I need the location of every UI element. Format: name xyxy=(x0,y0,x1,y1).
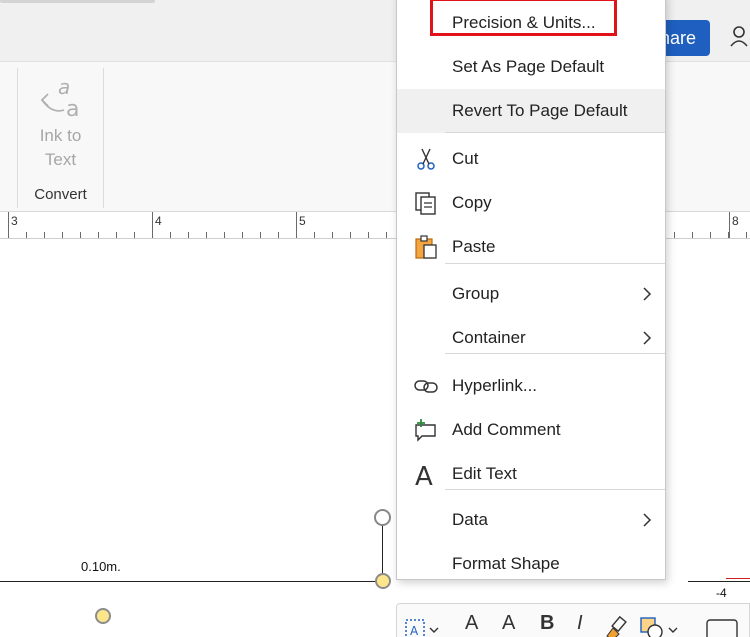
ruler-major-tick xyxy=(152,212,153,238)
menu-item-label: Revert To Page Default xyxy=(452,101,628,120)
context-menu: Precision & Units... Set As Page Default R… xyxy=(396,0,666,580)
person-share-icon[interactable] xyxy=(728,22,750,52)
chevron-right-icon xyxy=(643,513,652,527)
ruler-tick xyxy=(278,232,279,238)
format-painter-icon[interactable] xyxy=(603,614,631,637)
comment-icon xyxy=(413,417,439,443)
menu-separator xyxy=(445,489,665,490)
menu-item-label: Group xyxy=(452,284,500,303)
mini-toolbar: A A A B I xyxy=(396,603,750,637)
visio-window: hare a a Ink to Text Convert 3458 0.10m.… xyxy=(0,0,750,637)
italic-button[interactable]: I xyxy=(577,612,583,635)
bold-button[interactable]: B xyxy=(540,612,554,635)
control-handle[interactable] xyxy=(375,573,391,589)
ruler-major-tick xyxy=(296,212,297,238)
ruler-major-tick xyxy=(729,212,730,238)
ink-to-text-label[interactable]: Ink to Text xyxy=(18,124,103,172)
ruler-tick xyxy=(26,232,27,238)
menu-item-label: Cut xyxy=(452,149,479,168)
paste-icon xyxy=(413,234,439,260)
rotation-handle[interactable] xyxy=(374,509,391,526)
scissors-icon xyxy=(413,146,439,172)
copy-icon xyxy=(413,190,439,216)
menu-separator xyxy=(445,353,665,354)
menu-item-label: Add Comment xyxy=(452,420,561,439)
ruler-number: 3 xyxy=(11,214,18,228)
menu-item-label: Format Shape xyxy=(452,554,560,573)
ruler-number: 4 xyxy=(155,214,162,228)
ruler-major-tick xyxy=(8,212,9,238)
ruler-tick xyxy=(692,232,693,238)
chevron-right-icon xyxy=(643,331,652,345)
menu-item-label: Data xyxy=(452,510,488,529)
menu-item-format-shape[interactable]: Format Shape xyxy=(397,542,665,586)
convert-group: a a Ink to Text Convert xyxy=(17,68,104,208)
ruler-tick xyxy=(134,232,135,238)
ruler-tick xyxy=(80,232,81,238)
ruler-tick xyxy=(332,232,333,238)
menu-item-data[interactable]: Data xyxy=(397,498,665,542)
dimension-extension-line[interactable] xyxy=(382,517,383,581)
menu-item-copy[interactable]: Copy xyxy=(397,181,665,225)
chevron-right-icon xyxy=(643,287,652,301)
svg-text:a: a xyxy=(66,97,79,122)
shrink-font-button[interactable]: A xyxy=(502,612,515,635)
menu-separator xyxy=(445,263,665,264)
ruler-number: 5 xyxy=(299,214,306,228)
grow-font-button[interactable]: A xyxy=(465,612,478,635)
menu-item-label: Set As Page Default xyxy=(452,57,605,76)
ink-to-text-icon[interactable]: a a xyxy=(38,74,86,122)
dimension-label: 0.10m. xyxy=(81,559,121,574)
menu-item-set-as-page-default[interactable]: Set As Page Default xyxy=(397,45,665,89)
ruler-number: 8 xyxy=(732,214,739,228)
ruler-tick xyxy=(350,232,351,238)
fill-color-icon[interactable] xyxy=(637,614,681,637)
ruler-tick xyxy=(314,232,315,238)
adjacent-red-mark xyxy=(726,578,750,581)
ruler-tick xyxy=(44,232,45,238)
ruler-tick xyxy=(116,232,117,238)
menu-item-hyperlink[interactable]: Hyperlink... xyxy=(397,364,665,408)
ruler-tick xyxy=(188,232,189,238)
ruler-tick xyxy=(62,232,63,238)
menu-item-group[interactable]: Group xyxy=(397,272,665,316)
svg-text:a: a xyxy=(58,75,70,99)
menu-separator xyxy=(445,132,665,133)
ruler-tick xyxy=(206,232,207,238)
svg-text:A: A xyxy=(415,462,433,487)
ruler-tick xyxy=(386,232,387,238)
menu-item-label: Copy xyxy=(452,193,492,212)
menu-item-label: Hyperlink... xyxy=(452,376,538,395)
menu-item-add-comment[interactable]: Add Comment xyxy=(397,408,665,452)
text-a-icon: A xyxy=(413,461,439,492)
ruler-tick xyxy=(242,232,243,238)
ruler-tick xyxy=(260,232,261,238)
ruler-tick xyxy=(746,232,747,238)
svg-text:A: A xyxy=(410,624,419,637)
link-icon xyxy=(413,373,439,399)
adjacent-dimension-label: -4 xyxy=(716,586,727,600)
menu-item-revert-to-page-default[interactable]: Revert To Page Default xyxy=(397,89,665,133)
text-box-icon[interactable]: A xyxy=(405,616,439,637)
ruler-tick xyxy=(224,232,225,238)
dimension-line[interactable] xyxy=(0,581,383,582)
ruler-tick xyxy=(170,232,171,238)
ruler-tick xyxy=(710,232,711,238)
shape-style-icon[interactable] xyxy=(703,614,747,637)
adjacent-line xyxy=(688,581,750,582)
annotation-highlight-box xyxy=(430,0,617,36)
ruler-tick xyxy=(674,232,675,238)
control-handle[interactable] xyxy=(95,608,111,624)
ruler-tick xyxy=(98,232,99,238)
menu-item-cut[interactable]: Cut xyxy=(397,137,665,181)
convert-group-label: Convert xyxy=(34,186,87,203)
tab-edge xyxy=(0,0,155,3)
ruler-tick xyxy=(368,232,369,238)
